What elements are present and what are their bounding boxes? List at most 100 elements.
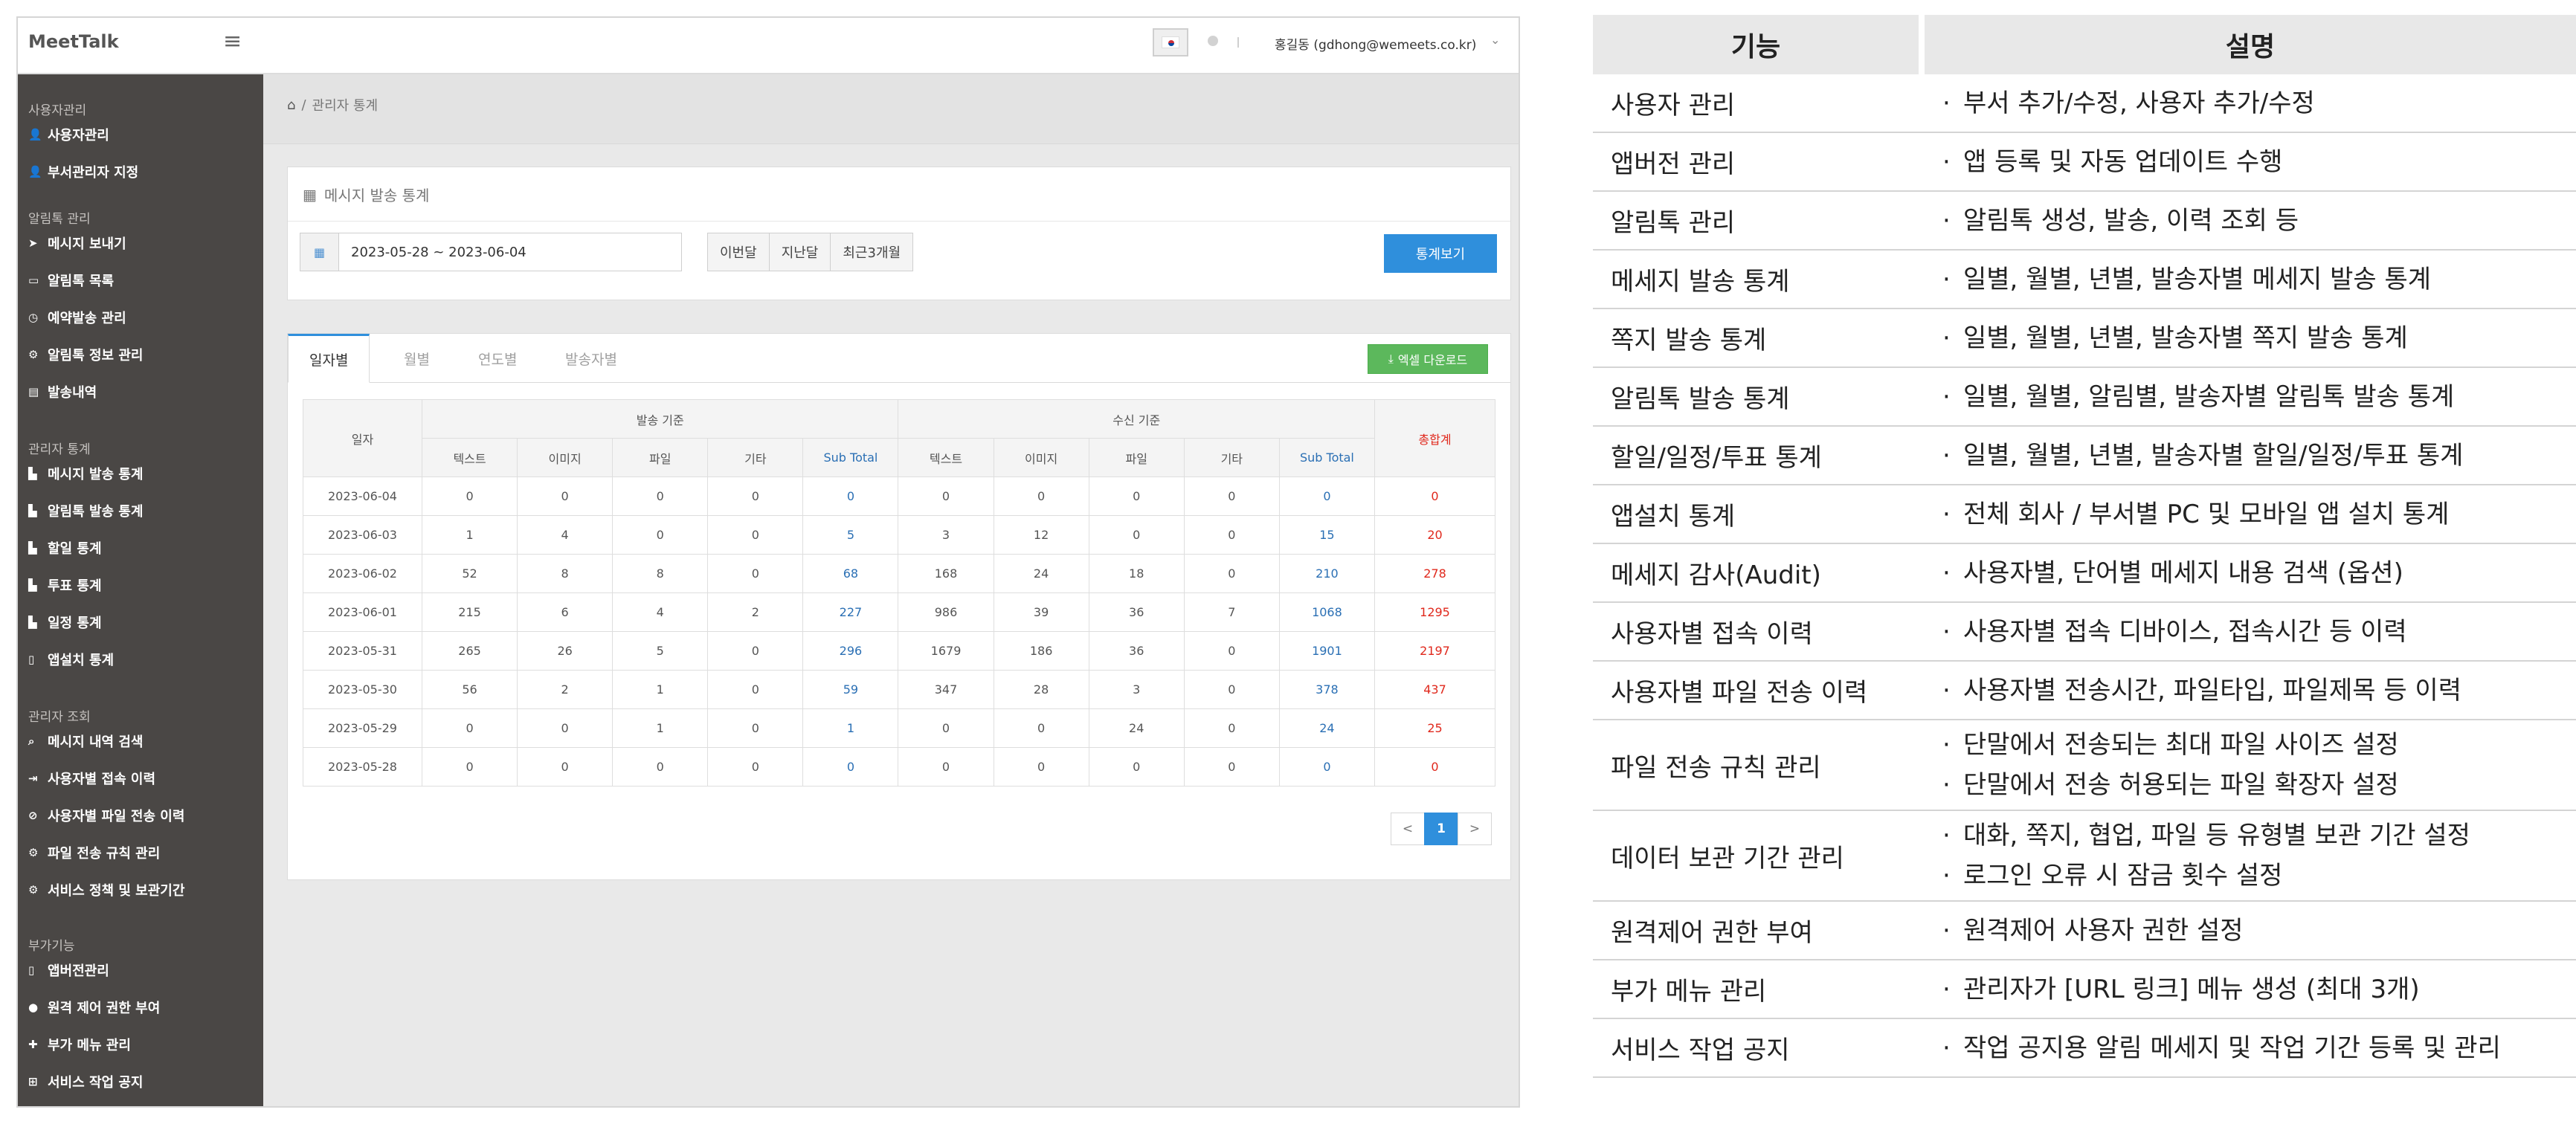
table-cell: 0: [517, 477, 614, 516]
table-cell: 186: [993, 631, 1089, 671]
home-icon[interactable]: ⌂: [287, 97, 295, 113]
sidebar-item-label: 파일 전송 규칙 관리: [48, 846, 161, 862]
feature-name: 쪽지 발송 통계: [1593, 309, 1925, 368]
sidebar-item-message-search[interactable]: ⌕ 메시지 내역 검색: [28, 731, 143, 751]
feature-name: 할일/일정/투표 통계: [1593, 427, 1925, 485]
view-stats-button[interactable]: 통계보기: [1384, 234, 1497, 273]
mobile-icon: ▯: [28, 963, 35, 977]
table-cell: 26: [517, 631, 614, 671]
last-3-months-button[interactable]: 최근3개월: [831, 233, 912, 271]
table-cell: 2023-06-01: [303, 592, 422, 632]
user-account[interactable]: 홍길동 (gdhong@wemeets.co.kr): [1275, 34, 1476, 53]
sidebar-item-dept-admin[interactable]: 👤 부서관리자 지정: [28, 162, 138, 181]
table-cell: 6: [517, 592, 614, 632]
sidebar-item-alimtalk-info[interactable]: ⚙ 알림톡 정보 관리: [28, 345, 143, 364]
panel-title: ▦ 메시지 발송 통계: [303, 184, 429, 205]
table-cell: 24: [993, 554, 1089, 593]
table-row: 2023-05-31 265 26 5 0 296 1679 186 36 0 1901 2197: [303, 631, 1495, 671]
tab-bar: 일자별 월별 연도별 발송자별: [288, 334, 1510, 383]
sidebar-item-send-message[interactable]: ➤ 메시지 보내기: [28, 233, 126, 253]
feature-description: · 단말에서 전송되는 최대 파일 사이즈 설정 · 단말에서 전송 허용되는 파일 …: [1925, 720, 2576, 811]
feature-name: 데이터 보관 기간 관리: [1593, 811, 1925, 902]
sub-header-row: 텍스트 이미지 파일 기타 Sub Total 텍스트 이미지 파일 기타 Sub Total: [303, 438, 1495, 477]
sidebar-item-vote-stats[interactable]: ▙ 투표 통계: [28, 575, 102, 595]
language-flag-button[interactable]: [1153, 28, 1188, 56]
col-send-4: Sub Total: [802, 438, 899, 477]
menu-toggle-icon[interactable]: ≡: [223, 28, 242, 54]
table-cell: 2023-06-02: [303, 554, 422, 593]
date-range-input[interactable]: ▦ 2023-05-28 ~ 2023-06-04: [300, 233, 682, 271]
description-line: · 대화, 쪽지, 협업, 파일 등 유형별 보관 기간 설정: [1942, 815, 2576, 856]
sidebar-item-file-transfer-history[interactable]: ⊘ 사용자별 파일 전송 이력: [28, 806, 184, 825]
chevron-down-icon[interactable]: ⌄: [1490, 33, 1500, 47]
table-cell: 1679: [898, 631, 994, 671]
sidebar-item-service-notice[interactable]: ⊞ 서비스 작업 공지: [28, 1072, 143, 1091]
feature-name: 원격제어 권한 부여: [1593, 902, 1925, 960]
sidebar-item-service-policy[interactable]: ⚙ 서비스 정책 및 보관기간: [28, 880, 184, 899]
chart-icon: ▙: [28, 578, 37, 592]
feature-row: 쪽지 발송 통계 · 일별, 월별, 년별, 발송자별 쪽지 발송 통계: [1593, 309, 2576, 368]
col-send-3: 기타: [707, 438, 804, 477]
sidebar-item-alimtalk-stats[interactable]: ▙ 알림톡 발송 통계: [28, 501, 143, 520]
sidebar-item-send-history[interactable]: ▤ 발송내역: [28, 382, 97, 401]
sidebar-item-scheduled-send[interactable]: ◷ 예약발송 관리: [28, 308, 126, 327]
description-line: · 일별, 월별, 년별, 발송자별 쪽지 발송 통계: [1942, 318, 2576, 358]
table-cell: 24: [1088, 708, 1185, 748]
col-recv-3: 기타: [1183, 438, 1280, 477]
last-month-button[interactable]: 지난달: [770, 233, 831, 271]
table-cell: 36: [1088, 631, 1185, 671]
table-cell: 0: [612, 477, 709, 516]
table-row: 2023-05-29 0 0 1 0 1 0 0 24 0 24 25: [303, 708, 1495, 748]
table-cell: 1: [421, 515, 518, 555]
bullet-dot: ·: [1942, 675, 1951, 705]
next-page-button[interactable]: >: [1458, 813, 1492, 845]
this-month-button[interactable]: 이번달: [708, 233, 770, 271]
sidebar-item-label: 메시지 발송 통계: [48, 467, 144, 482]
table-cell: 986: [898, 592, 994, 632]
sidebar-item-todo-stats[interactable]: ▙ 할일 통계: [28, 538, 102, 558]
sidebar-item-file-rules[interactable]: ⚙ 파일 전송 규칙 관리: [28, 843, 160, 862]
table-cell: 0: [707, 631, 804, 671]
panel-divider: [288, 221, 1510, 222]
sidebar-item-login-history[interactable]: ⇥ 사용자별 접속 이력: [28, 769, 155, 788]
table-cell: 0: [898, 708, 994, 748]
bullet-dot: ·: [1942, 146, 1951, 177]
sidebar-item-app-install-stats[interactable]: ▯ 앱설치 통계: [28, 650, 114, 669]
korea-flag-icon: [1162, 36, 1179, 48]
description-text: 일별, 월별, 년별, 발송자별 할일/일정/투표 통계: [1963, 440, 2464, 471]
description-line: · 알림톡 생성, 발송, 이력 조회 등: [1942, 201, 2576, 241]
table-cell: 0: [707, 747, 804, 787]
tab-daily[interactable]: 일자별: [288, 334, 370, 383]
sidebar-item-alimtalk-list[interactable]: ▭ 알림톡 목록: [28, 271, 114, 290]
sidebar-item-extra-menu[interactable]: ✚ 부가 메뉴 관리: [28, 1035, 131, 1054]
prev-page-button[interactable]: <: [1391, 813, 1425, 845]
feature-description: · 앱 등록 및 자동 업데이트 수행: [1925, 133, 2576, 192]
description-line: · 단말에서 전송되는 최대 파일 사이즈 설정: [1942, 725, 2576, 765]
tab-monthly[interactable]: 월별: [383, 334, 451, 383]
table-cell: 52: [421, 554, 518, 593]
sidebar-item-app-version[interactable]: ▯ 앱버전관리: [28, 960, 109, 980]
excel-download-button[interactable]: ⤓ 엑셀 다운로드: [1368, 344, 1488, 374]
sidebar-item-label: 원격 제어 권한 부여: [48, 1001, 161, 1016]
chart-icon: ▙: [28, 467, 37, 480]
table-cell: 2023-05-30: [303, 670, 422, 709]
page-1-button[interactable]: 1: [1424, 813, 1458, 845]
description-line: · 일별, 월별, 년별, 발송자별 메세지 발송 통계: [1942, 259, 2576, 300]
tab-yearly[interactable]: 연도별: [457, 334, 538, 383]
feature-name: 앱설치 통계: [1593, 485, 1925, 544]
sidebar-item-user-management[interactable]: 👤 사용자관리: [28, 125, 109, 144]
description-text: 단말에서 전송 허용되는 파일 확장자 설정: [1963, 770, 2399, 800]
table-cell: 265: [421, 631, 518, 671]
sidebar-item-schedule-stats[interactable]: ▙ 일정 통계: [28, 613, 102, 632]
sidebar-group-label: 사용자관리: [28, 103, 87, 118]
feature-row: 메세지 감사(Audit) · 사용자별, 단어별 메세지 내용 검색 (옵션): [1593, 544, 2576, 603]
sidebar-item-message-stats[interactable]: ▙ 메시지 발송 통계: [28, 464, 143, 483]
sidebar-item-label: 앱설치 통계: [48, 653, 115, 668]
table-cell: 0: [1183, 554, 1280, 593]
notification-dot-icon[interactable]: [1208, 36, 1218, 46]
sidebar-item-remote-control[interactable]: ● 원격 제어 권한 부여: [28, 998, 160, 1017]
inbox-icon: ▭: [28, 274, 39, 287]
table-cell: 36: [1088, 592, 1185, 632]
table-cell: 1: [802, 708, 899, 748]
tab-by-sender[interactable]: 발송자별: [544, 334, 638, 383]
